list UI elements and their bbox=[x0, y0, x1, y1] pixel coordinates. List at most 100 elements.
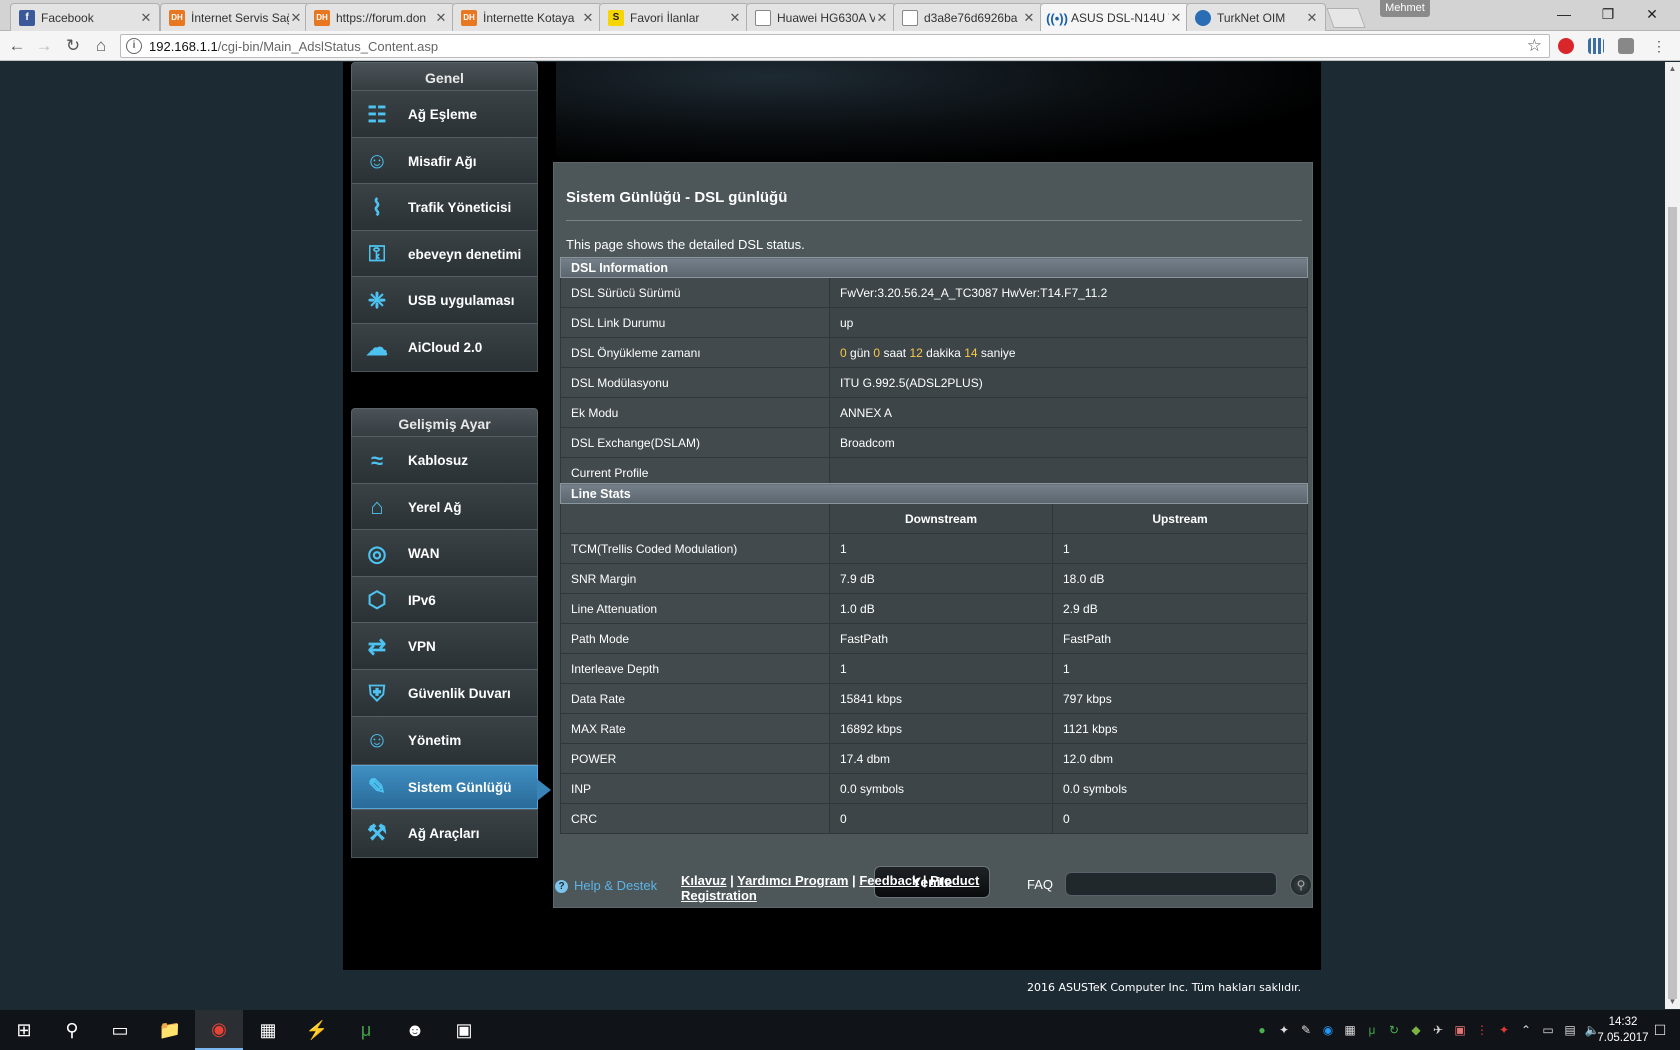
barcode-extension-icon[interactable] bbox=[1588, 38, 1604, 54]
sidebar-item[interactable]: ☺ Yönetim bbox=[351, 715, 538, 765]
row-label: Interleave Depth bbox=[560, 653, 830, 684]
user-app-icon[interactable]: ☻ bbox=[391, 1010, 439, 1050]
browser-tab[interactable]: DH İnternette Kotaya ✕ bbox=[452, 3, 602, 31]
sidebar-item[interactable]: ☁ AiCloud 2.0 bbox=[351, 323, 538, 372]
tray-globe-icon[interactable]: ● bbox=[1254, 1022, 1270, 1038]
sidebar-item[interactable]: ⚿ ebeveyn denetimi bbox=[351, 229, 538, 279]
tray-shield-icon[interactable]: ◉ bbox=[1320, 1022, 1336, 1038]
browser-tab[interactable]: d3a8e76d6926ba ✕ bbox=[893, 3, 1043, 31]
minimize-icon[interactable]: — bbox=[1542, 3, 1586, 25]
uptime-hours-unit: saat bbox=[883, 345, 907, 360]
sidebar-item[interactable]: ⌇ Trafik Yöneticisi bbox=[351, 183, 538, 233]
reload-icon[interactable]: ↻ bbox=[62, 35, 84, 57]
scrollbar-thumb[interactable] bbox=[1668, 207, 1677, 999]
file-explorer-icon[interactable]: 📁 bbox=[146, 1010, 194, 1050]
tray-sync-icon[interactable]: ↻ bbox=[1386, 1022, 1402, 1038]
facebook-icon: f bbox=[19, 9, 35, 26]
tray-network-icon[interactable]: ▤ bbox=[1562, 1022, 1578, 1038]
url-text: 192.168.1.1/cgi-bin/Main_AdslStatus_Cont… bbox=[149, 39, 439, 54]
browser-tab[interactable]: DH https://forum.don ✕ bbox=[305, 3, 455, 31]
search-icon[interactable]: ⚲ bbox=[48, 1010, 96, 1050]
forward-icon[interactable]: → bbox=[33, 35, 55, 57]
sidebar-item[interactable]: ⚒ Ağ Araçları bbox=[351, 808, 538, 858]
tray-dots-icon[interactable]: ⋮ bbox=[1474, 1022, 1490, 1038]
sidebar-item[interactable]: ⌂ Yerel Ağ bbox=[351, 482, 538, 532]
browser-tab[interactable]: S Favori İlanlar ✕ bbox=[599, 3, 749, 31]
page-scrollbar[interactable]: ▲ ▼ bbox=[1665, 62, 1680, 1009]
tray-app-icon[interactable]: ◆ bbox=[1408, 1022, 1424, 1038]
close-tab-icon[interactable]: ✕ bbox=[289, 10, 303, 26]
utility-link[interactable]: Yardımcı Program bbox=[737, 873, 848, 888]
manual-link[interactable]: Kılavuz bbox=[681, 873, 727, 888]
address-bar[interactable]: i 192.168.1.1/cgi-bin/Main_AdslStatus_Co… bbox=[120, 34, 1550, 58]
task-view-icon[interactable]: ▭ bbox=[96, 1010, 144, 1050]
feedback-link[interactable]: Feedback bbox=[859, 873, 919, 888]
browser-tab[interactable]: ((•)) ASUS DSL-N14U V ✕ bbox=[1040, 3, 1190, 32]
browser-tab[interactable]: Huawei HG630A V ✕ bbox=[746, 3, 896, 31]
row-value: Broadcom bbox=[829, 427, 1308, 458]
faq-search-icon[interactable]: ⚲ bbox=[1290, 874, 1312, 896]
utorrent-icon[interactable]: μ bbox=[342, 1010, 390, 1050]
close-window-icon[interactable]: ✕ bbox=[1630, 3, 1674, 25]
sidebar-item[interactable]: ◎ WAN bbox=[351, 529, 538, 579]
sidebar-item-label: Trafik Yöneticisi bbox=[408, 200, 512, 216]
tray-battery-icon[interactable]: ▭ bbox=[1540, 1022, 1556, 1038]
restore-icon[interactable]: ❐ bbox=[1586, 3, 1630, 25]
close-tab-icon[interactable]: ✕ bbox=[1169, 10, 1183, 26]
tray-chevron-icon[interactable]: ⌃ bbox=[1518, 1022, 1534, 1038]
upstream-value: 2.9 dB bbox=[1052, 593, 1308, 624]
back-icon[interactable]: ← bbox=[6, 35, 28, 57]
browser-tab[interactable]: TurkNet OIM ✕ bbox=[1186, 3, 1326, 31]
windows-start-icon[interactable]: ⊞ bbox=[0, 1010, 48, 1050]
uptime-minutes-unit: dakika bbox=[926, 345, 961, 360]
help-support-label[interactable]: Help & Destek bbox=[574, 878, 657, 893]
close-tab-icon[interactable]: ✕ bbox=[728, 10, 742, 26]
faq-search-input[interactable] bbox=[1065, 872, 1277, 896]
tray-satellite-icon[interactable]: ✦ bbox=[1276, 1022, 1292, 1038]
sidebar-item[interactable]: ⇄ VPN bbox=[351, 622, 538, 672]
tray-pen-icon[interactable]: ✎ bbox=[1298, 1022, 1314, 1038]
flash-app-icon[interactable]: ⚡ bbox=[293, 1010, 341, 1050]
bookmark-star-icon[interactable]: ☆ bbox=[1527, 36, 1542, 56]
close-tab-icon[interactable]: ✕ bbox=[875, 10, 889, 26]
sidebar-item-label: IPv6 bbox=[408, 592, 436, 608]
sidebar-item[interactable]: ≈ Kablosuz bbox=[351, 436, 538, 485]
sidebar-item[interactable]: ❈ USB uygulaması bbox=[351, 276, 538, 326]
tray-grid-icon[interactable]: ▦ bbox=[1342, 1022, 1358, 1038]
close-tab-icon[interactable]: ✕ bbox=[1305, 10, 1319, 26]
chrome-menu-icon[interactable]: ⋮ bbox=[1648, 35, 1670, 57]
close-tab-icon[interactable]: ✕ bbox=[1022, 10, 1036, 26]
browser-tab[interactable]: DH İnternet Servis Sağ ✕ bbox=[160, 3, 310, 31]
adblock-extension-icon[interactable] bbox=[1558, 38, 1574, 54]
scroll-down-icon[interactable]: ▼ bbox=[1665, 995, 1680, 1009]
usb-puzzle-icon: ❈ bbox=[367, 287, 387, 313]
tray-utorrent-icon[interactable]: μ bbox=[1364, 1022, 1380, 1038]
close-tab-icon[interactable]: ✕ bbox=[434, 10, 448, 26]
chrome-icon[interactable]: ◉ bbox=[195, 1010, 243, 1050]
new-tab-button[interactable] bbox=[1326, 8, 1366, 28]
close-tab-icon[interactable]: ✕ bbox=[581, 10, 595, 26]
home-page-icon[interactable]: ⌂ bbox=[90, 35, 112, 57]
scroll-up-icon[interactable]: ▲ bbox=[1665, 62, 1680, 76]
tray-red-icon[interactable]: ✦ bbox=[1496, 1022, 1512, 1038]
upstream-value: 0 bbox=[1052, 803, 1308, 834]
monitor-app-icon[interactable]: ▣ bbox=[440, 1010, 488, 1050]
taskbar-clock[interactable]: 14:32 7.05.2017 bbox=[1596, 1014, 1650, 1046]
sidebar-item[interactable]: ☷ Ağ Eşleme bbox=[351, 90, 538, 139]
sidebar-item[interactable]: ⛨ Güvenlik Duvarı bbox=[351, 669, 538, 718]
sidebar-item-label: Misafir Ağı bbox=[408, 153, 477, 169]
notifications-icon[interactable]: ☐ bbox=[1652, 1022, 1668, 1038]
profile-name-badge[interactable]: Mehmet bbox=[1380, 0, 1430, 17]
sidebar-item[interactable]: ⬡ IPv6 bbox=[351, 575, 538, 625]
close-tab-icon[interactable]: ✕ bbox=[139, 10, 153, 26]
site-info-icon[interactable]: i bbox=[126, 38, 142, 54]
tray-plane-icon[interactable]: ✈ bbox=[1430, 1022, 1446, 1038]
sidebar-item[interactable]: ☺ Misafir Ağı bbox=[351, 136, 538, 186]
calculator-icon[interactable]: ▦ bbox=[244, 1010, 292, 1050]
sidebar-item[interactable]: ✎ Sistem Günlüğü bbox=[351, 765, 551, 810]
row-label: Line Attenuation bbox=[560, 593, 830, 624]
browser-tab[interactable]: f Facebook ✕ bbox=[10, 3, 160, 31]
tray-display-icon[interactable]: ▣ bbox=[1452, 1022, 1468, 1038]
ipv6-icon: ⬡ bbox=[367, 587, 387, 613]
extension-icon[interactable] bbox=[1618, 38, 1634, 54]
